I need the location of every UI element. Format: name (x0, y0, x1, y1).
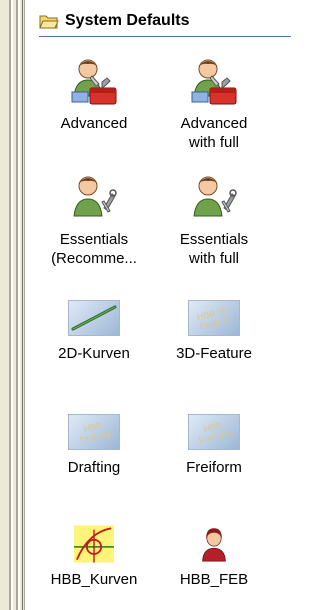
role-drafting[interactable]: HBB Drafting Drafting (39, 404, 149, 477)
role-essentials-with-full[interactable]: Essentials with full (159, 172, 269, 268)
role-advanced-label: Advanced (60, 115, 128, 132)
panel-header[interactable]: System Defaults (39, 8, 190, 34)
role-essentials-recommended[interactable]: Essentials (Recomme... (39, 172, 149, 268)
header-divider (39, 36, 291, 37)
person-with-tools-icon (193, 176, 237, 217)
role-hbb-feb-label: HBB_FEB (179, 571, 249, 588)
system-defaults-panel: System Defaults Advanced Advanced with f (25, 0, 291, 610)
role-hbb-kurven[interactable]: HBB_Kurven (39, 520, 149, 589)
drafting-thumbnail-text: HBB Drafting (78, 420, 112, 446)
role-essentials-recommended-label: Essentials (Recomme... (51, 231, 137, 267)
role-hbb-feb[interactable]: HBB_FEB (159, 520, 269, 589)
role-2d-kurven-label: 2D-Kurven (58, 345, 130, 362)
role-2d-kurven[interactable]: 2D-Kurven (39, 290, 149, 363)
role-essentials-with-full-label: Essentials with full (179, 231, 249, 267)
2d-curve-thumbnail-icon (68, 300, 120, 336)
role-drafting-label: Drafting (67, 459, 121, 476)
role-3d-feature[interactable]: HBB 3D Feature 3D-Feature (159, 290, 269, 363)
3d-feature-thumbnail-text: HBB 3D Feature (195, 304, 232, 332)
splitter-bar[interactable] (0, 0, 25, 610)
role-3d-feature-label: 3D-Feature (176, 345, 252, 362)
person-red-icon (202, 528, 226, 562)
freeform-thumbnail-icon: HBB Freiform (188, 414, 240, 450)
folder-open-icon (39, 15, 59, 29)
drafting-thumbnail-icon: HBB Drafting (68, 414, 120, 450)
3d-feature-thumbnail-icon: HBB 3D Feature (188, 300, 240, 336)
curve-target-icon (74, 525, 114, 563)
person-with-toolbox-icon (191, 59, 237, 105)
role-advanced-with-full-label: Advanced with full (180, 115, 248, 151)
role-freiform-label: Freiform (186, 459, 242, 476)
role-advanced[interactable]: Advanced (39, 56, 149, 133)
role-advanced-with-full[interactable]: Advanced with full (159, 56, 269, 152)
person-with-tools-icon (73, 176, 117, 217)
role-hbb-kurven-label: HBB_Kurven (50, 571, 138, 588)
freeform-thumbnail-text: HBB Freiform (197, 420, 233, 446)
panel-title: System Defaults (65, 12, 190, 29)
role-freiform[interactable]: HBB Freiform Freiform (159, 404, 269, 477)
person-with-toolbox-icon (71, 59, 117, 105)
